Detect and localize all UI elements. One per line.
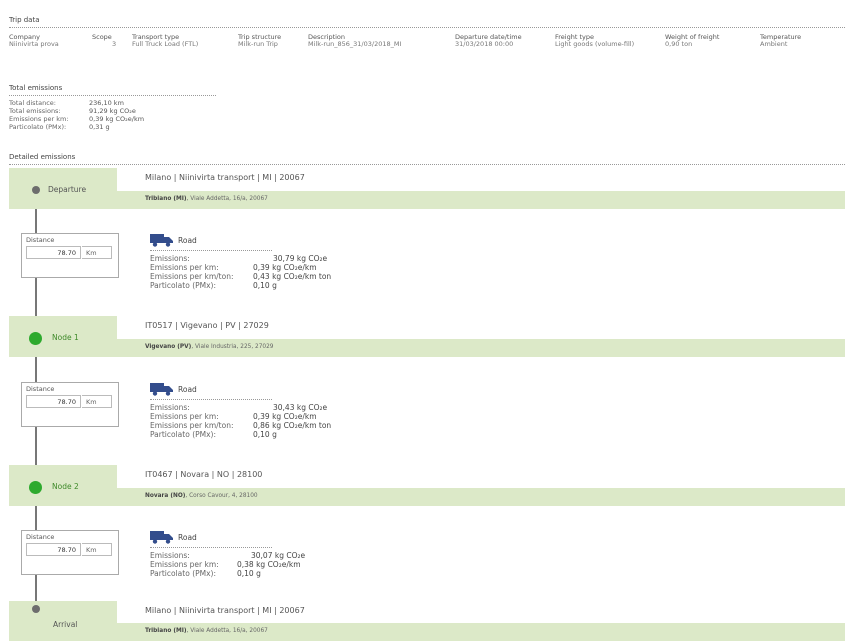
emissions-per-km-label: Emissions per km: [150,412,219,421]
divider [150,250,272,251]
stop-label-node-2: Node 2 [52,482,79,491]
truck-icon [150,383,173,396]
emissions-per-km-row: Emissions per km: 0,39 kg CO₂e/km [9,115,144,123]
total-distance-label: Total distance: [9,99,56,107]
particolato-label: Particolato (PMx): [150,281,217,290]
stop-address: Tribiano (MI), Viale Addetta, 16/a, 2006… [145,628,268,634]
stop-label-node-1: Node 1 [52,333,79,342]
mode-label: Road [178,533,197,542]
stop-band [9,601,845,624]
particolato-label: Particolato (PMx): [9,123,67,131]
stop-band [9,168,845,191]
emissions-per-km-ton-value: 0,86 kg CO₂e/km ton [253,421,332,430]
stop-address: Tribiano (MI), Viale Addetta, 16/a, 2006… [145,196,268,202]
stop-band [9,191,845,209]
total-emissions-title: Total emissions [9,84,63,92]
distance-unit: Km [82,543,112,556]
header-scope: Scope [92,33,112,41]
emissions-label: Emissions: [150,551,190,560]
distance-input[interactable]: 78.70 [26,395,81,408]
emissions-per-km-ton-value: 0,43 kg CO₂e/km ton [253,272,332,281]
stop-label-departure: Departure [48,185,87,194]
distance-box: Distance 78.70 Km [21,382,119,427]
emissions-per-km-ton-label: Emissions per km/ton: [150,272,234,281]
emissions-value: 30,07 kg CO₂e [251,551,306,560]
total-emissions-value: 91,29 kg CO₂e [89,107,136,115]
divider [9,95,216,96]
particolato-row: Particolato (PMx): 0,31 g [9,123,110,131]
emissions-label: Emissions: [150,403,190,412]
node-dot-icon [29,481,42,494]
particolato-label: Particolato (PMx): [150,569,217,578]
distance-input[interactable]: 78.70 [26,543,81,556]
emissions-value: 30,79 kg CO₂e [273,254,328,263]
node-dot-icon [29,332,42,345]
total-distance-row: Total distance: 236,10 km [9,99,124,107]
value-temperature: Ambient [760,40,788,48]
trip-data-title: Trip data [9,16,40,24]
value-scope: 3 [112,40,117,48]
emissions-per-km-value: 0,39 kg CO₂e/km [253,412,317,421]
distance-box: Distance 78.70 Km [21,530,119,575]
total-distance-value: 236,10 km [89,99,124,107]
distance-unit: Km [82,395,112,408]
value-weight: 0,90 ton [665,40,693,48]
detailed-emissions-title: Detailed emissions [9,153,76,161]
emissions-per-km-label: Emissions per km: [150,560,219,569]
stop-band [9,465,845,488]
mode-label: Road [178,236,197,245]
distance-box: Distance 78.70 Km [21,233,119,278]
total-emissions-row: Total emissions: 91,29 kg CO₂e [9,107,136,115]
divider [9,164,845,165]
stop-band [9,488,845,506]
distance-label: Distance [26,533,55,541]
particolato-value: 0,10 g [237,569,261,578]
particolato-label: Particolato (PMx): [150,430,217,439]
stop-title: IT0517 | Vigevano | PV | 27029 [145,321,269,330]
stop-band [9,339,845,357]
emissions-per-km-label: Emissions per km: [150,263,219,272]
value-company: Niinivirta prova [9,40,59,48]
value-trip-structure: Milk-run Trip [238,40,278,48]
distance-input[interactable]: 78.70 [26,246,81,259]
divider [150,547,272,548]
value-description: Milk-run_856_31/03/2018_MI [308,40,402,48]
mode-label: Road [178,385,197,394]
truck-icon [150,234,173,247]
stop-band [9,316,845,339]
divider [150,399,272,400]
stop-address: Novara (NO), Corso Cavour, 4, 28100 [145,493,258,499]
emissions-per-km-ton-label: Emissions per km/ton: [150,421,234,430]
emissions-label: Emissions: [150,254,190,263]
stop-label-arrival: Arrival [53,620,78,629]
particolato-value: 0,10 g [253,430,277,439]
arrival-dot-icon [32,605,40,613]
distance-label: Distance [26,236,55,244]
distance-unit: Km [82,246,112,259]
emissions-per-km-value: 0,38 kg CO₂e/km [237,560,301,569]
emissions-value: 30,43 kg CO₂e [273,403,328,412]
emissions-per-km-value: 0,39 kg CO₂e/km [253,263,317,272]
particolato-value: 0,10 g [253,281,277,290]
stop-title: IT0467 | Novara | NO | 28100 [145,470,263,479]
distance-label: Distance [26,385,55,393]
stop-band [9,623,845,641]
stop-address: Vigevano (PV), Viale Industria, 225, 270… [145,344,274,350]
emissions-per-km-label: Emissions per km: [9,115,69,123]
particolato-value: 0,31 g [89,123,110,131]
value-transport-type: Full Truck Load (FTL) [132,40,199,48]
stop-title: Milano | Niinivirta transport | MI | 200… [145,173,305,182]
stop-title: Milano | Niinivirta transport | MI | 200… [145,606,305,615]
emissions-per-km-value: 0,39 kg CO₂e/km [89,115,145,123]
truck-icon [150,531,173,544]
divider [9,27,845,28]
departure-dot-icon [32,186,40,194]
total-emissions-label: Total emissions: [9,107,61,115]
value-departure: 31/03/2018 00:00 [455,40,514,48]
value-freight-type: Light goods (volume-fill) [555,40,635,48]
